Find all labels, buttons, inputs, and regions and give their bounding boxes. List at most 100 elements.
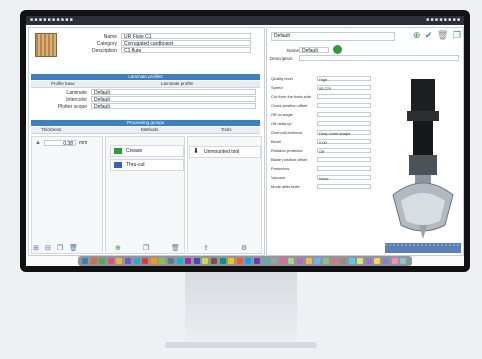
dock-app-icon[interactable] <box>168 258 174 264</box>
dock-app-icon[interactable] <box>219 258 226 264</box>
laminate-select[interactable]: Default <box>91 89 256 96</box>
dock-app-icon[interactable] <box>90 258 97 264</box>
tool-property-value[interactable]: Off <box>317 148 371 154</box>
tool-name-header[interactable]: Default <box>271 32 395 41</box>
dock-app-icon[interactable] <box>322 258 329 264</box>
dock-app-icon[interactable] <box>107 258 114 264</box>
material-thumbnail <box>35 33 57 57</box>
tool-copy-icon[interactable]: ⊟ <box>45 244 51 252</box>
dock-app-icon[interactable] <box>176 258 183 264</box>
tool-name-field[interactable]: Default <box>299 47 329 54</box>
copy-tool-icon[interactable]: ❐ <box>453 30 461 40</box>
plotter-scope-label: Plotter scope <box>57 104 87 110</box>
dock-app-icon[interactable] <box>365 258 372 264</box>
crease-swatch <box>114 148 122 154</box>
col-methods: Methods <box>141 127 159 132</box>
tool-property-label: Quality level <box>271 76 293 81</box>
laminate-label: Laminate <box>66 90 87 96</box>
method-item[interactable]: Thru-cut <box>110 159 184 171</box>
trash-icon[interactable]: 🗑 <box>171 244 180 252</box>
copy-icon[interactable]: ❐ <box>143 244 149 252</box>
tool-property-row: Off delta up <box>271 121 371 127</box>
dock-app-icon[interactable] <box>400 258 407 264</box>
dock-app-icon[interactable] <box>202 258 209 264</box>
dock <box>78 256 412 266</box>
dock-app-icon[interactable] <box>279 258 286 264</box>
dock-app-icon[interactable] <box>228 258 235 264</box>
dock-app-icon[interactable] <box>116 258 123 264</box>
dock-app-icon[interactable] <box>254 258 260 264</box>
tool-property-value[interactable] <box>317 103 371 108</box>
tool-property-value[interactable]: 0.00 <box>317 139 371 145</box>
dock-app-icon[interactable] <box>211 258 217 264</box>
tool-property-row: Mode after knife <box>271 184 371 190</box>
dock-app-icon[interactable] <box>150 258 157 264</box>
delete-tool-icon[interactable]: 🗑 <box>437 30 448 40</box>
tool-property-value[interactable] <box>317 121 371 126</box>
tool-property-row: Speed 55,270 <box>271 85 371 91</box>
tool-property-value[interactable]: 55,270 <box>317 85 371 91</box>
thickness-field[interactable]: 0.38 <box>44 140 76 147</box>
material-name-field[interactable]: UR Flute C1 <box>121 33 251 40</box>
tool-label: Unmounted tool <box>204 149 240 155</box>
confirm-icon[interactable]: ✔ <box>425 30 433 40</box>
menu-bar-apps[interactable]: ■ ■ ■ ■ ■ ■ ■ ■ ■ ■ <box>30 16 73 25</box>
dock-app-icon[interactable] <box>185 258 192 264</box>
tool-property-value[interactable] <box>317 166 371 171</box>
tool-property-value[interactable] <box>317 94 371 99</box>
tool-add-icon[interactable]: ⊞ <box>33 244 39 252</box>
category-select[interactable]: Corrugated cardboard <box>121 40 251 47</box>
dock-app-icon[interactable] <box>125 258 131 264</box>
description-label: Description <box>91 48 117 54</box>
tool-property-value[interactable] <box>317 112 371 117</box>
dock-app-icon[interactable] <box>383 258 389 264</box>
dock-app-icon[interactable] <box>142 258 149 264</box>
duplicate-icon[interactable]: ❐ <box>57 244 63 252</box>
thru-cut-swatch <box>114 162 122 168</box>
dock-app-icon[interactable] <box>262 258 269 264</box>
tool-property-value[interactable] <box>317 184 371 189</box>
description-field[interactable]: C1 flute <box>121 47 251 54</box>
dock-app-icon[interactable] <box>271 258 278 264</box>
dock-app-icon[interactable] <box>82 258 88 264</box>
dock-app-icon[interactable] <box>297 258 303 264</box>
tool-property-row: Blade position offset <box>271 157 371 163</box>
intercolor-select[interactable]: Default <box>91 96 256 103</box>
tool-description-field[interactable] <box>299 55 459 61</box>
dock-app-icon[interactable] <box>331 258 338 264</box>
tool-property-value[interactable]: High <box>317 76 371 82</box>
dock-app-icon[interactable] <box>133 258 140 264</box>
dock-app-icon[interactable] <box>236 258 243 264</box>
tool-property-row: Off on angle <box>271 112 371 118</box>
settings-icon[interactable]: ⚙ <box>241 244 247 252</box>
dock-app-icon[interactable] <box>340 258 346 264</box>
dock-app-icon[interactable] <box>357 258 364 264</box>
dock-app-icon[interactable] <box>159 258 166 264</box>
tool-property-label: Overcut/Undercut <box>271 130 303 135</box>
dock-app-icon[interactable] <box>193 258 200 264</box>
dock-app-icon[interactable] <box>99 258 106 264</box>
dock-app-icon[interactable] <box>391 258 398 264</box>
dock-app-icon[interactable] <box>374 258 381 264</box>
dock-app-icon[interactable] <box>305 258 312 264</box>
tool-property-value[interactable]: None <box>317 175 371 181</box>
delete-icon[interactable]: 🗑 <box>69 244 78 252</box>
tool-item[interactable]: ⬇ Unmounted tool <box>189 146 261 158</box>
name-confirm-icon[interactable] <box>333 45 342 54</box>
export-icon[interactable]: ⇪ <box>203 244 209 252</box>
plotter-scope-select[interactable]: Default <box>91 103 256 110</box>
menu-bar-status[interactable]: ■ ■ ■ ■ ■ ■ ■ ■ <box>426 16 460 25</box>
tool-property-label: Blade position offset <box>271 157 307 162</box>
dock-app-icon[interactable] <box>348 258 355 264</box>
tool-property-row: Quality level High <box>271 76 371 82</box>
add-tool-icon[interactable]: ⊕ <box>413 30 421 40</box>
method-item[interactable]: Crease <box>110 145 184 157</box>
dock-app-icon[interactable] <box>288 258 295 264</box>
tool-property-value[interactable]: Deep knee shape <box>317 130 371 136</box>
material-editor-pane: Name UR Flute C1 Category Corrugated car… <box>28 27 265 256</box>
dock-app-icon[interactable] <box>245 258 252 264</box>
tool-property-value[interactable] <box>317 157 371 162</box>
dock-app-icon[interactable] <box>314 258 321 264</box>
add-icon[interactable]: ⊕ <box>115 244 121 252</box>
laminate-columns: Profile base Laminate profile <box>31 81 260 88</box>
